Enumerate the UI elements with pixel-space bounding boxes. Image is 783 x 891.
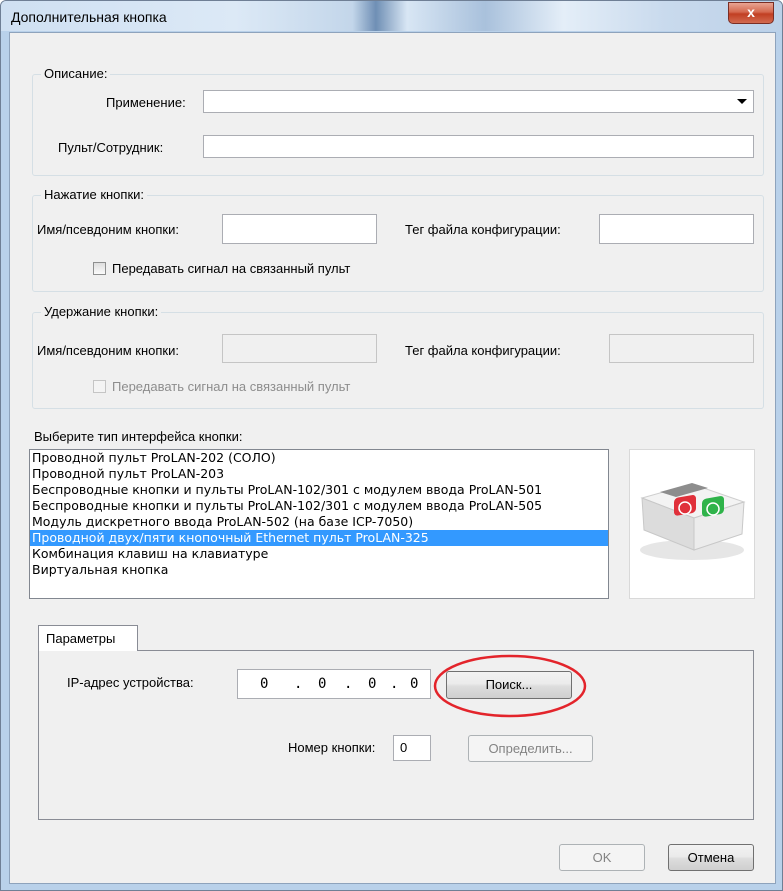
ip-dot: . (294, 676, 303, 692)
hold-forward-signal-label: Передавать сигнал на связанный пульт (112, 379, 351, 394)
press-group-label: Нажатие кнопки: (41, 187, 148, 202)
detect-button[interactable]: Определить... (468, 735, 593, 762)
description-group-label: Описание: (41, 66, 111, 81)
tab-parameters[interactable]: Параметры (38, 625, 138, 651)
interface-type-listbox[interactable]: Проводной пульт ProLAN-202 (СОЛО) Провод… (29, 449, 609, 599)
chevron-down-icon[interactable] (737, 99, 747, 104)
tab-parameters-label: Параметры (46, 631, 116, 646)
hold-tag-input[interactable] (609, 334, 754, 363)
list-item[interactable]: Беспроводные кнопки и пульты ProLAN-102/… (30, 482, 608, 498)
remote-employee-input[interactable] (203, 135, 754, 158)
button-number-label: Номер кнопки: (288, 740, 376, 755)
ip-octet-3[interactable]: 0 (368, 676, 376, 692)
press-alias-label: Имя/псевдоним кнопки: (37, 222, 179, 237)
application-combobox[interactable] (203, 90, 754, 113)
ip-dot: . (390, 676, 399, 692)
list-item[interactable]: Проводной пульт ProLAN-202 (СОЛО) (30, 450, 608, 466)
press-alias-input[interactable] (222, 214, 377, 244)
hold-alias-label: Имя/псевдоним кнопки: (37, 343, 179, 358)
cancel-button[interactable]: Отмена (668, 844, 754, 871)
press-forward-signal-checkbox[interactable] (93, 262, 106, 275)
list-item[interactable]: Комбинация клавиш на клавиатуре (30, 546, 608, 562)
list-item[interactable]: Проводной пульт ProLAN-203 (30, 466, 608, 482)
list-item-selected[interactable]: Проводной двух/пяти кнопочный Ethernet п… (30, 530, 608, 546)
press-forward-signal-label[interactable]: Передавать сигнал на связанный пульт (112, 261, 350, 276)
ok-button[interactable]: OK (559, 844, 645, 871)
hold-tag-label: Тег файла конфигурации: (405, 343, 561, 358)
dialog-client-area: Описание: Применение: Пульт/Сотрудник: Н… (9, 32, 776, 884)
list-item[interactable]: Беспроводные кнопки и пульты ProLAN-102/… (30, 498, 608, 514)
ip-octet-2[interactable]: 0 (318, 676, 326, 692)
hold-forward-signal-checkbox[interactable] (93, 380, 106, 393)
ip-address-input[interactable]: 0 . 0 . 0 . 0 (237, 669, 431, 699)
highlight-circle (433, 654, 587, 718)
ip-address-label: IP-адрес устройства: (67, 675, 194, 690)
device-preview (629, 449, 755, 599)
list-item[interactable]: Модуль дискретного ввода ProLAN-502 (на … (30, 514, 608, 530)
hold-group-label: Удержание кнопки: (41, 304, 162, 319)
ip-octet-1[interactable]: 0 (260, 676, 268, 692)
press-tag-label: Тег файла конфигурации: (405, 222, 561, 237)
ip-octet-4[interactable]: 0 (410, 676, 418, 692)
application-label: Применение: (106, 95, 186, 110)
list-item[interactable]: Виртуальная кнопка (30, 562, 608, 578)
dialog-window: Дополнительная кнопка x Описание: Примен… (0, 0, 783, 891)
hold-alias-input[interactable] (222, 334, 377, 363)
device-image (640, 483, 746, 560)
button-number-value: 0 (400, 740, 408, 755)
button-number-input[interactable]: 0 (393, 735, 431, 761)
remote-employee-label: Пульт/Сотрудник: (58, 140, 164, 155)
interface-type-label: Выберите тип интерфейса кнопки: (34, 429, 243, 444)
press-tag-input[interactable] (599, 214, 754, 244)
ip-dot: . (344, 676, 353, 692)
